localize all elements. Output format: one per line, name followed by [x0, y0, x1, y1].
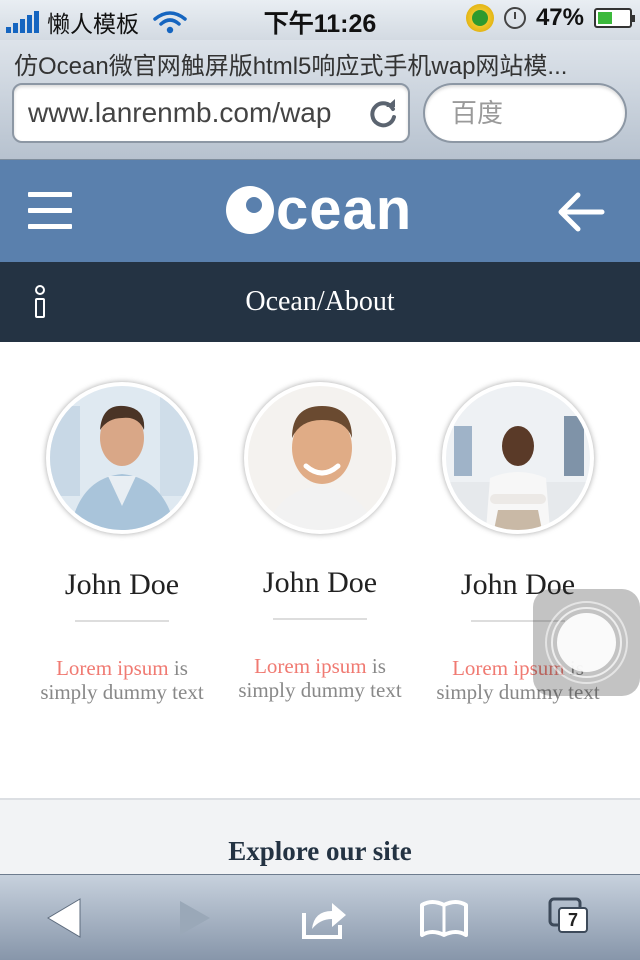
member-description-rest: is [168, 656, 188, 680]
status-right: 47% [465, 4, 635, 32]
battery-percent: 47% [535, 4, 584, 31]
avatar-photo [248, 386, 392, 530]
member-name: John Doe [262, 566, 378, 599]
explore-section: Explore our site [0, 798, 640, 874]
member-description-highlight: Lorem ipsum [254, 654, 367, 678]
avatar-photo [50, 386, 194, 530]
breadcrumb-bar: Ocean/About [0, 262, 640, 342]
battery-icon [594, 8, 635, 28]
logo-mark-icon [226, 186, 274, 234]
address-text: www.lanrenmb.com/wap [28, 97, 332, 128]
avatar [46, 382, 198, 534]
member-description-line2: simply dummy text [40, 680, 204, 704]
breadcrumb: Ocean/About [245, 286, 395, 317]
assistive-touch-button[interactable] [533, 589, 640, 696]
browser-page-title: 仿Ocean微官网触屏版html5响应式手机wap网站模... [14, 53, 568, 80]
share-icon[interactable] [298, 895, 350, 941]
search-input[interactable]: 百度 [423, 83, 627, 143]
site-logo[interactable]: cean [226, 180, 412, 240]
avatar [442, 382, 594, 534]
browser-toolbar: 7 [0, 874, 640, 960]
browser-chrome: 仿Ocean微官网触屏版html5响应式手机wap网站模... www.lanr… [0, 40, 640, 160]
forward-icon[interactable] [172, 895, 224, 941]
member-description-highlight: Lorem ipsum [56, 656, 169, 680]
explore-title: Explore our site [228, 836, 412, 866]
bookmarks-icon[interactable] [418, 895, 470, 941]
alarm-clock-icon [503, 7, 526, 29]
member-description: Lorem ipsum is simply dummy text [23, 656, 221, 704]
battery-level [598, 12, 613, 24]
divider [75, 620, 169, 622]
team-section: John Doe Lorem ipsum is simply dummy tex… [0, 342, 640, 798]
status-bar: 懒人模板 下午11:26 47% [0, 0, 640, 40]
site-header: cean [0, 160, 640, 262]
back-arrow-icon[interactable] [556, 190, 606, 234]
search-placeholder: 百度 [451, 98, 504, 128]
back-icon[interactable] [44, 895, 96, 941]
avatar-photo [446, 386, 590, 530]
avatar [244, 382, 396, 534]
reload-icon[interactable] [366, 97, 400, 131]
tab-count: 7 [558, 907, 588, 933]
member-description-rest: is [366, 654, 386, 678]
menu-icon[interactable] [28, 192, 72, 230]
member-description-line2: simply dummy text [238, 678, 402, 702]
security-app-icon [465, 4, 494, 32]
member-description: Lorem ipsum is simply dummy text [221, 654, 419, 702]
logo-text: cean [276, 177, 413, 242]
tabs-button[interactable]: 7 [546, 895, 598, 941]
address-bar[interactable]: www.lanrenmb.com/wap [12, 83, 410, 143]
member-name: John Doe [64, 568, 180, 601]
divider [273, 618, 367, 620]
